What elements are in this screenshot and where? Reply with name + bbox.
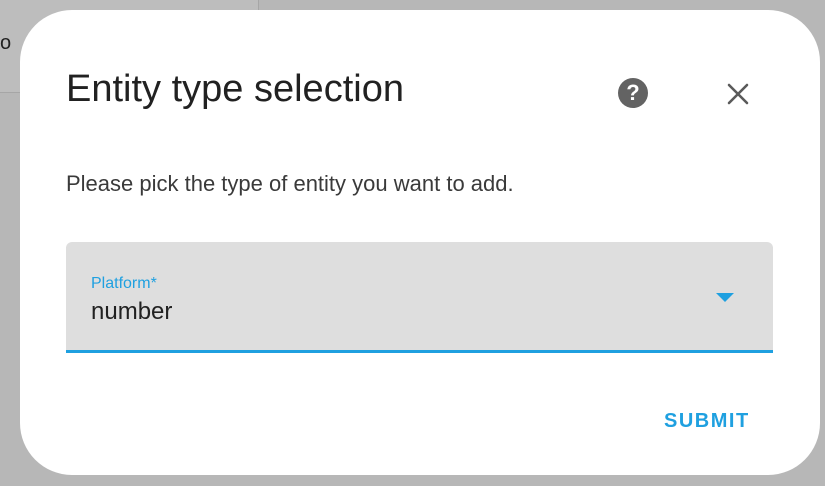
platform-select[interactable]: Platform* number — [66, 242, 773, 353]
platform-field-label: Platform* — [91, 275, 157, 292]
dialog-description: Please pick the type of entity you want … — [66, 171, 514, 196]
submit-button[interactable]: SUBMIT — [656, 406, 758, 437]
dropdown-arrow-icon[interactable] — [716, 293, 734, 302]
help-circle-icon[interactable]: ? — [618, 78, 648, 108]
close-icon[interactable] — [722, 78, 754, 110]
entity-type-dialog: Entity type selection ? Please pick the … — [20, 10, 820, 475]
background-partial-text: o — [0, 32, 12, 54]
dialog-title: Entity type selection — [66, 68, 404, 110]
platform-field-value: number — [91, 298, 173, 325]
